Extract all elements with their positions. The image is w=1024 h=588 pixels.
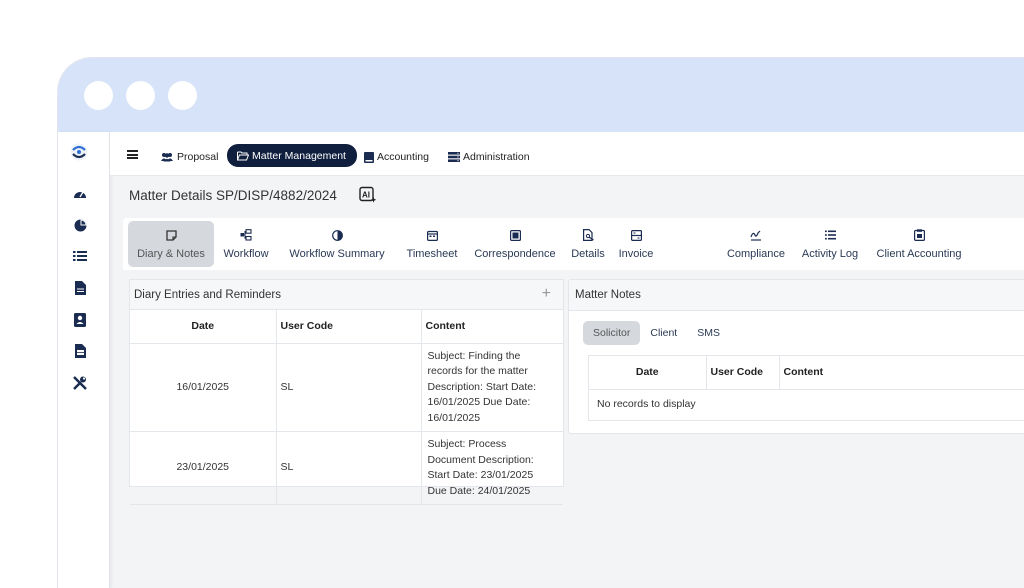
tab-label: Details [571, 248, 605, 260]
diary-panel: Diary Entries and Reminders + Date User … [129, 279, 564, 505]
list-icon[interactable] [73, 249, 87, 263]
tab-label: Client Accounting [876, 248, 962, 260]
diary-table: Date User Code Content 16/01/2025 SL Sub… [130, 310, 563, 505]
invoice-icon [630, 229, 642, 241]
tab-workflow-summary[interactable]: Workflow Summary [282, 221, 392, 267]
tools-icon[interactable] [73, 376, 87, 390]
table-row[interactable]: 23/01/2025 SL Subject: Process Document … [130, 431, 563, 505]
tab-diary-notes[interactable]: Diary & Notes [128, 221, 214, 267]
diary-panel-title: Diary Entries and Reminders [134, 288, 282, 301]
nav-proposal[interactable]: Proposal [160, 146, 218, 168]
cell-content: Subject: Finding the records for the mat… [421, 343, 563, 432]
column-header-date[interactable]: Date [589, 356, 707, 390]
note-icon [165, 229, 177, 241]
tab-label: Timesheet [406, 248, 458, 260]
signature-icon [750, 229, 762, 241]
matter-notes-header: Matter Notes [569, 280, 1024, 311]
column-header-date[interactable]: Date [130, 310, 277, 344]
cell-user-code: SL [276, 343, 422, 432]
tab-label: Diary & Notes [137, 248, 205, 260]
column-header-content[interactable]: Content [779, 356, 1024, 390]
column-header-user-code[interactable]: User Code [276, 310, 422, 344]
clipboard-icon [913, 229, 925, 241]
tab-label: Invoice [618, 248, 654, 260]
report-icon[interactable] [73, 344, 87, 358]
tab-client-accounting[interactable]: Client Accounting [871, 221, 967, 267]
nav-matter-management-label: Matter Management [252, 149, 346, 162]
nav-administration[interactable]: Administration [448, 146, 530, 168]
tab-label: Workflow [223, 248, 269, 260]
svg-text:AI: AI [362, 191, 370, 200]
top-navigation: Proposal Matter Management Accounting Ad… [110, 132, 1024, 176]
list-icon [824, 229, 836, 241]
matter-notes-panel: Matter Notes Solicitor Client SMS Date U… [568, 279, 1024, 434]
matter-notes-body: Solicitor Client SMS Date User Code Cont… [569, 311, 1024, 431]
window-control-dot[interactable] [84, 81, 113, 110]
ai-assistant-icon[interactable]: AI [359, 186, 377, 204]
window-control-dot[interactable] [168, 81, 197, 110]
tab-activity-log[interactable]: Activity Log [796, 221, 864, 267]
nav-administration-label: Administration [463, 151, 530, 163]
page-title: Matter Details SP/DISP/4882/2024 [129, 188, 337, 203]
tab-label: Correspondence [474, 248, 556, 260]
table-row[interactable]: 16/01/2025 SL Subject: Finding the recor… [130, 343, 563, 432]
cell-content: Subject: Process Document Description: S… [421, 431, 563, 505]
tab-timesheet[interactable]: Timesheet [399, 221, 465, 267]
tab-label: Workflow Summary [289, 248, 385, 260]
nav-proposal-label: Proposal [177, 151, 219, 163]
matter-notes-title: Matter Notes [575, 289, 641, 301]
subtab-sms[interactable]: SMS [687, 321, 730, 345]
app-logo[interactable] [70, 143, 88, 161]
folder-open-icon [237, 151, 249, 160]
subtab-client[interactable]: Client [640, 321, 687, 345]
window-titlebar [58, 58, 1024, 132]
diary-panel-header: Diary Entries and Reminders + [130, 280, 563, 310]
no-records-message: No records to display [597, 398, 696, 410]
dashboard-icon[interactable] [73, 186, 87, 200]
contact-card-icon[interactable] [73, 313, 87, 327]
column-header-user-code[interactable]: User Code [706, 356, 780, 390]
app-window: Proposal Matter Management Accounting Ad… [58, 58, 1024, 588]
book-icon [364, 151, 374, 163]
sidebar [58, 132, 110, 588]
tab-workflow[interactable]: Workflow [221, 221, 271, 267]
half-circle-icon [331, 229, 343, 241]
workflow-icon [240, 229, 252, 241]
users-icon [161, 153, 173, 162]
tab-compliance[interactable]: Compliance [723, 221, 789, 267]
matter-tabs: Diary & Notes Workflow Workflow Summary … [123, 218, 1024, 270]
tab-details[interactable]: Details [565, 221, 611, 267]
window-control-dot[interactable] [126, 81, 155, 110]
empty-row: No records to display [589, 389, 1024, 420]
subtab-solicitor[interactable]: Solicitor [583, 321, 641, 345]
tab-invoice[interactable]: Invoice [613, 221, 659, 267]
diary-table-header-row: Date User Code Content [130, 310, 563, 344]
tab-label: Activity Log [801, 248, 859, 260]
notes-table-wrapper: Date User Code Content No records to dis… [588, 355, 1024, 421]
cell-user-code: SL [276, 431, 422, 505]
tab-label: Compliance [726, 248, 786, 260]
notes-subtabs: Solicitor Client SMS [583, 321, 730, 345]
nav-accounting-label: Accounting [377, 151, 429, 163]
tab-correspondence[interactable]: Correspondence [468, 221, 562, 267]
document-icon[interactable] [73, 281, 87, 295]
message-square-icon [509, 229, 521, 241]
nav-accounting[interactable]: Accounting [364, 146, 429, 168]
file-search-icon [582, 229, 594, 241]
column-header-content[interactable]: Content [421, 310, 563, 344]
pie-chart-icon[interactable] [73, 218, 87, 232]
server-icon [448, 152, 460, 162]
notes-table: Date User Code Content No records to dis… [589, 356, 1024, 420]
cell-date: 23/01/2025 [130, 431, 277, 505]
notes-table-header-row: Date User Code Content [589, 356, 1024, 390]
hamburger-menu-icon[interactable] [127, 150, 138, 159]
add-diary-entry-button[interactable]: + [542, 286, 551, 302]
cell-date: 16/01/2025 [130, 343, 277, 432]
nav-matter-management[interactable]: Matter Management [227, 144, 357, 167]
calendar-icon [426, 229, 438, 241]
